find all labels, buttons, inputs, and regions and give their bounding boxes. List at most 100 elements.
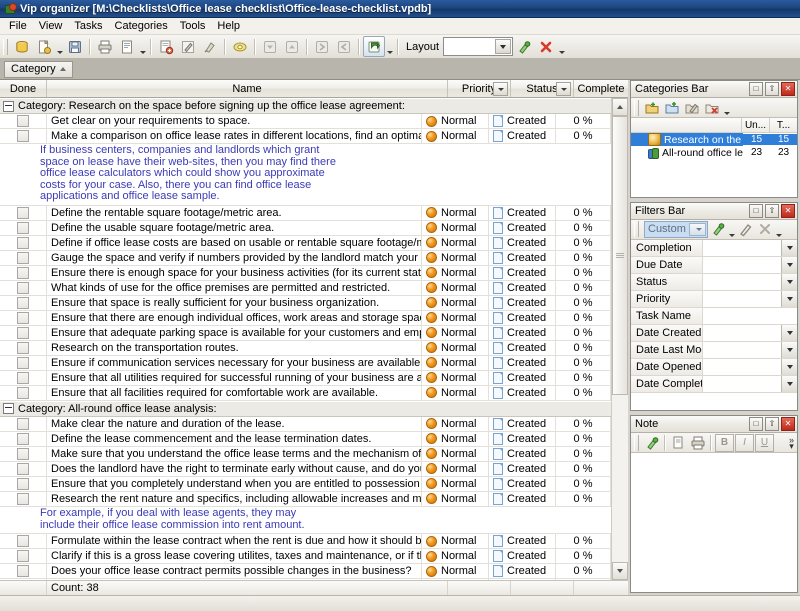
chevron-down-icon[interactable] — [495, 39, 511, 54]
task-complete-cell[interactable]: 0 % — [556, 371, 611, 385]
filter-row[interactable]: Due Date — [631, 257, 797, 274]
task-name-cell[interactable]: Gauge the space and verify if numbers pr… — [47, 251, 422, 265]
edit-filter-icon[interactable] — [736, 220, 755, 239]
task-priority-cell[interactable]: Normal — [422, 206, 489, 220]
task-status-cell[interactable]: Created — [489, 417, 556, 431]
task-name-cell[interactable]: Ensure that all facilities required for … — [47, 386, 422, 400]
categories-tree-body[interactable]: Un... T... Research on the space before … — [631, 118, 797, 197]
filter-field-input[interactable] — [703, 291, 781, 307]
table-row[interactable]: Does the landlord have the right to term… — [0, 462, 611, 477]
menu-item-tools[interactable]: Tools — [174, 19, 212, 34]
task-done-cell[interactable] — [0, 477, 47, 491]
table-row[interactable]: Ensure that adequate parking space is av… — [0, 326, 611, 341]
category-list-item[interactable]: All-round office lease analysis:2323 — [631, 146, 797, 159]
done-checkbox[interactable] — [17, 463, 29, 475]
task-done-cell[interactable] — [0, 417, 47, 431]
task-complete-cell[interactable]: 0 % — [556, 326, 611, 340]
print-preview-icon[interactable] — [116, 36, 138, 57]
task-complete-cell[interactable]: 0 % — [556, 356, 611, 370]
task-priority-cell[interactable]: Normal — [422, 549, 489, 563]
task-name-cell[interactable]: Define the usable square footage/metric … — [47, 221, 422, 235]
table-row[interactable]: Define the usable square footage/metric … — [0, 221, 611, 236]
task-status-cell[interactable]: Created — [489, 534, 556, 548]
task-status-cell[interactable]: Created — [489, 356, 556, 370]
filter-field-input[interactable] — [703, 325, 781, 341]
group-chip-category[interactable]: Category — [4, 61, 73, 78]
category-group-header[interactable]: Category: All-round office lease analysi… — [0, 401, 611, 417]
task-done-cell[interactable] — [0, 356, 47, 370]
filters-pin-button[interactable]: ⇧ — [765, 204, 779, 218]
bold-icon[interactable]: B — [715, 434, 734, 452]
table-row[interactable]: Ensure that you completely understand wh… — [0, 477, 611, 492]
task-name-cell[interactable]: Ensure if communication services necessa… — [47, 356, 422, 370]
move-down-icon[interactable] — [259, 36, 281, 57]
chevron-down-icon[interactable] — [781, 342, 797, 358]
task-complete-cell[interactable]: 0 % — [556, 432, 611, 446]
task-done-cell[interactable] — [0, 326, 47, 340]
task-name-cell[interactable]: Ensure that you completely understand wh… — [47, 477, 422, 491]
task-name-cell[interactable]: Define the lease commencement and the le… — [47, 432, 422, 446]
menu-item-file[interactable]: File — [3, 19, 33, 34]
copy-note-icon[interactable] — [669, 434, 688, 452]
demote-icon[interactable] — [311, 36, 333, 57]
task-complete-cell[interactable]: 0 % — [556, 341, 611, 355]
task-name-cell[interactable]: Make clear the nature and duration of th… — [47, 417, 422, 431]
task-status-cell[interactable]: Created — [489, 129, 556, 143]
filter-row[interactable]: Date Completed — [631, 376, 797, 393]
done-checkbox[interactable] — [17, 478, 29, 490]
filter-field-input[interactable] — [703, 376, 781, 392]
task-status-cell[interactable]: Created — [489, 221, 556, 235]
task-priority-cell[interactable]: Normal — [422, 477, 489, 491]
done-checkbox[interactable] — [17, 550, 29, 562]
task-complete-cell[interactable]: 0 % — [556, 462, 611, 476]
scroll-up-arrow-icon[interactable] — [612, 98, 628, 116]
table-row[interactable]: Clarify if this is a gross lease coverin… — [0, 549, 611, 564]
mark-complete-icon[interactable] — [229, 36, 251, 57]
menu-item-help[interactable]: Help — [211, 19, 246, 34]
underline-icon[interactable]: U — [755, 434, 774, 452]
filter-field-input[interactable] — [703, 240, 781, 256]
task-done-cell[interactable] — [0, 311, 47, 325]
note-maximize-button[interactable]: □ — [749, 417, 763, 431]
filter-row[interactable]: Task Name — [631, 308, 797, 325]
italic-icon[interactable]: I — [735, 434, 754, 452]
toolbar-grip[interactable] — [3, 39, 8, 55]
task-complete-cell[interactable]: 0 % — [556, 251, 611, 265]
save-database-icon[interactable] — [64, 36, 86, 57]
task-done-cell[interactable] — [0, 549, 47, 563]
categories-toolbar-grip[interactable] — [634, 100, 639, 116]
task-done-cell[interactable] — [0, 266, 47, 280]
delete-task-icon[interactable] — [199, 36, 221, 57]
table-row[interactable]: Research the rent nature and specifics, … — [0, 492, 611, 507]
task-status-cell[interactable]: Created — [489, 251, 556, 265]
done-checkbox[interactable] — [17, 535, 29, 547]
task-status-cell[interactable]: Created — [489, 447, 556, 461]
done-checkbox[interactable] — [17, 418, 29, 430]
task-status-cell[interactable]: Created — [489, 281, 556, 295]
task-done-cell[interactable] — [0, 296, 47, 310]
task-complete-cell[interactable]: 0 % — [556, 114, 611, 128]
task-priority-cell[interactable]: Normal — [422, 462, 489, 476]
table-row[interactable]: Define the rentable square footage/metri… — [0, 206, 611, 221]
task-priority-cell[interactable]: Normal — [422, 492, 489, 506]
done-checkbox[interactable] — [17, 222, 29, 234]
chevron-down-icon[interactable] — [781, 274, 797, 290]
print-icon[interactable] — [94, 36, 116, 57]
task-priority-cell[interactable]: Normal — [422, 534, 489, 548]
filter-row[interactable]: Date Last Modifi — [631, 342, 797, 359]
categories-close-button[interactable]: ✕ — [781, 82, 795, 96]
task-complete-cell[interactable]: 0 % — [556, 296, 611, 310]
priority-filter-icon[interactable] — [493, 82, 508, 96]
column-header-priority[interactable]: Priority — [448, 80, 511, 97]
task-name-cell[interactable]: Make a comparison on office lease rates … — [47, 129, 422, 143]
table-row[interactable]: Ensure if communication services necessa… — [0, 356, 611, 371]
task-status-cell[interactable]: Created — [489, 206, 556, 220]
filter-row[interactable]: Date Opened — [631, 359, 797, 376]
edit-task-icon[interactable] — [177, 36, 199, 57]
export-icon[interactable] — [363, 36, 385, 57]
chevron-down-icon[interactable] — [781, 257, 797, 273]
done-checkbox[interactable] — [17, 267, 29, 279]
done-checkbox[interactable] — [17, 342, 29, 354]
done-checkbox[interactable] — [17, 130, 29, 142]
task-done-cell[interactable] — [0, 432, 47, 446]
